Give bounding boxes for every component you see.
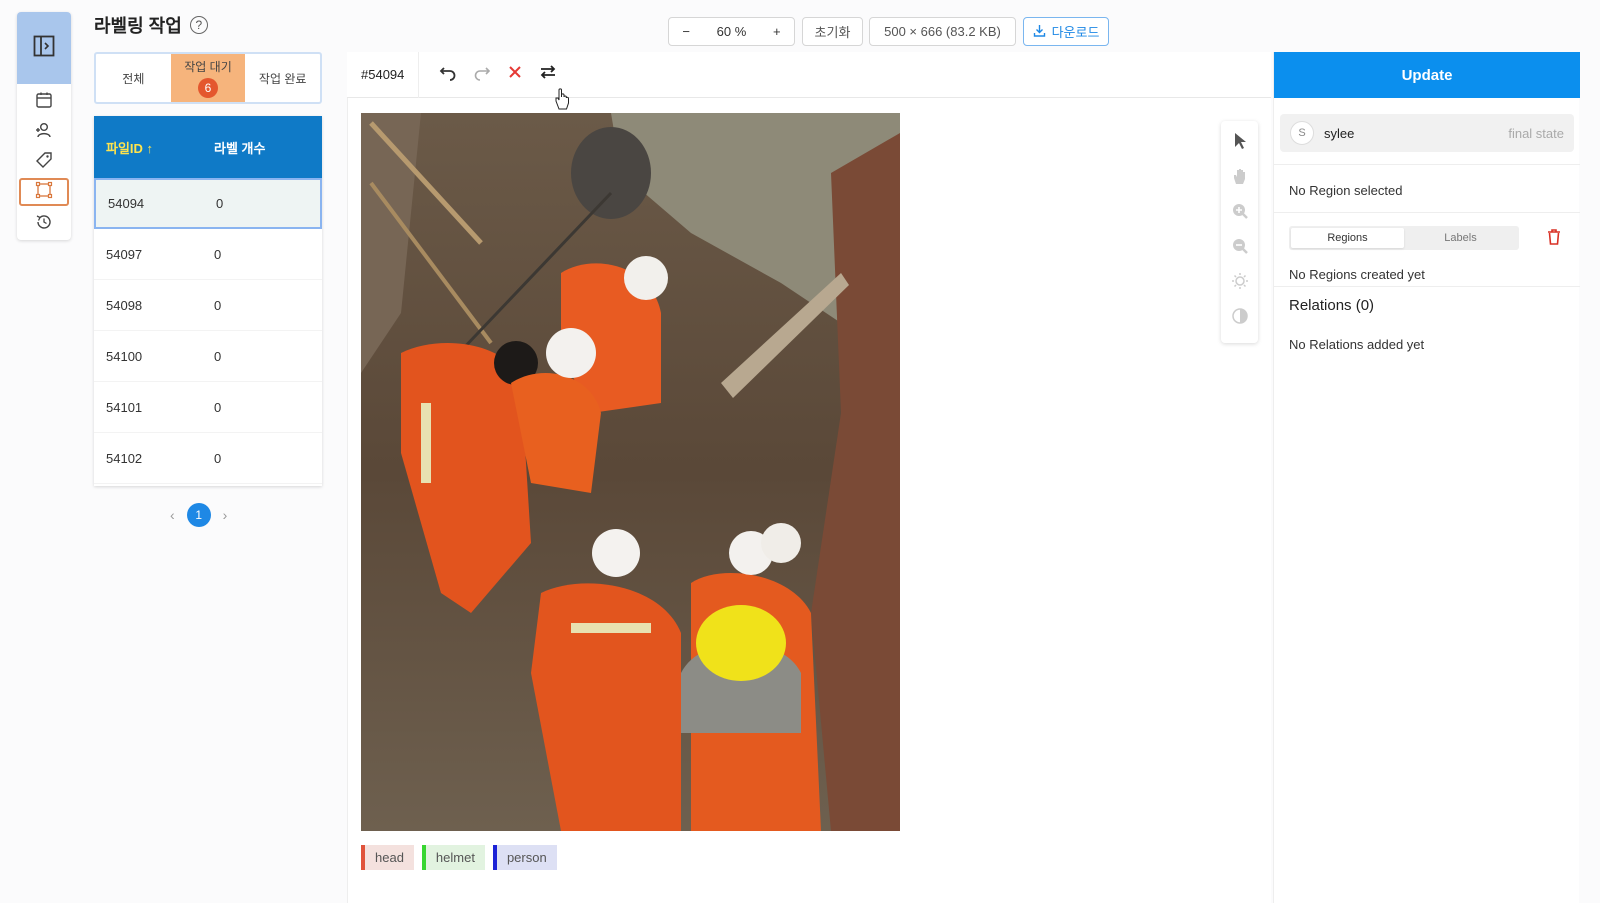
reset-button[interactable]: 초기화 [802, 17, 863, 46]
download-label: 다운로드 [1051, 25, 1100, 40]
rail-tag-button[interactable] [19, 148, 69, 176]
sidebar-toggle-icon [33, 35, 55, 62]
editor-toolbar: #54094 [347, 51, 1271, 98]
row-file-id: 54097 [106, 246, 143, 262]
canvas-tools [1221, 121, 1258, 343]
table-row[interactable]: 54100 0 [94, 331, 322, 382]
prev-page-button[interactable]: ‹ [170, 507, 175, 523]
row-file-id: 54098 [106, 297, 143, 313]
pagination: ‹ 1 › [170, 503, 227, 527]
status-tabs: 전체 작업 대기 6 작업 완료 [94, 52, 322, 104]
label-head[interactable]: head [361, 845, 414, 870]
bounding-box-icon [35, 181, 53, 204]
label-helmet[interactable]: helmet [421, 845, 485, 870]
redo-icon[interactable] [473, 63, 491, 86]
file-table-header: 파일ID ↑ 라벨 개수 [94, 116, 322, 178]
label-legend: head helmet person [361, 845, 557, 870]
sidebar-toggle-button[interactable] [17, 12, 71, 84]
trash-icon[interactable] [1546, 228, 1562, 251]
calendar-icon [35, 91, 53, 114]
swap-icon[interactable] [539, 63, 557, 86]
label-count-header: 라벨 개수 [214, 140, 266, 156]
zoom-out-button[interactable]: − [682, 24, 690, 39]
relations-title: Relations (0) [1289, 297, 1375, 314]
task-id: #54094 [347, 51, 420, 98]
image-size-info: 500 × 666 (83.2 KB) [869, 17, 1016, 46]
labeling-image[interactable] [361, 113, 900, 831]
tab-all[interactable]: 전체 [96, 54, 171, 102]
hand-pointer-cursor-icon [554, 88, 570, 115]
tab-all-label: 전체 [122, 71, 145, 86]
label-person[interactable]: person [492, 845, 557, 870]
divider [1274, 164, 1580, 165]
row-file-id: 54102 [106, 450, 143, 466]
table-row[interactable]: 54098 0 [94, 280, 322, 331]
row-label-count: 0 [214, 348, 222, 364]
row-label-count: 0 [214, 450, 222, 466]
zoom-out-icon[interactable] [1228, 234, 1252, 258]
brightness-icon[interactable] [1228, 269, 1252, 293]
row-label-count: 0 [214, 246, 222, 262]
file-table: 파일ID ↑ 라벨 개수 54094 0 54097 0 54098 0 54100 0… [94, 116, 322, 486]
delete-x-icon[interactable] [507, 64, 523, 85]
row-label-count: 0 [214, 399, 222, 415]
rail-history-button[interactable] [19, 210, 69, 238]
page-title-row: 라벨링 작업 ? [94, 12, 208, 38]
pointer-icon[interactable] [1228, 129, 1252, 153]
no-region-text: No Region selected [1289, 183, 1403, 198]
question-circle-icon[interactable]: ? [189, 16, 208, 34]
zoom-value: 60 % [716, 24, 747, 39]
file-id-header[interactable]: 파일ID ↑ [94, 138, 214, 157]
annotation-user: S sylee final state [1280, 114, 1574, 152]
undo-icon[interactable] [439, 63, 457, 86]
divider [1274, 212, 1580, 213]
table-row[interactable]: 54094 0 [94, 178, 322, 229]
seg-labels[interactable]: Labels [1404, 228, 1517, 248]
row-file-id: 54100 [106, 348, 143, 364]
user-name: sylee [1324, 125, 1355, 141]
page-1-button[interactable]: 1 [186, 503, 211, 527]
table-row[interactable]: 54097 0 [94, 229, 322, 280]
avatar: S [1290, 121, 1314, 145]
tab-done-label: 작업 완료 [258, 71, 307, 86]
right-panel: Update S sylee final state No Region sel… [1273, 52, 1580, 903]
hand-icon[interactable] [1228, 164, 1252, 188]
left-rail [17, 12, 71, 240]
row-file-id: 54094 [108, 196, 145, 211]
tab-done[interactable]: 작업 완료 [245, 54, 320, 102]
tab-pending[interactable]: 작업 대기 6 [170, 54, 246, 102]
download-button[interactable]: 다운로드 [1023, 17, 1109, 46]
page-title: 라벨링 작업 [94, 16, 182, 36]
table-row[interactable]: 54102 0 [94, 433, 322, 484]
row-label-count: 0 [216, 196, 224, 211]
rail-user-button[interactable] [19, 118, 69, 146]
no-regions-text: No Regions created yet [1289, 267, 1425, 282]
divider [1274, 286, 1580, 287]
zoom-in-icon[interactable] [1228, 199, 1252, 223]
zoom-control: − 60 % + [668, 17, 795, 46]
table-row[interactable]: 54101 0 [94, 382, 322, 433]
row-label-count: 0 [214, 297, 222, 313]
user-add-icon [35, 121, 53, 144]
seg-regions[interactable]: Regions [1291, 228, 1404, 248]
no-relations-text: No Relations added yet [1289, 337, 1425, 352]
history-icon [35, 213, 53, 236]
tag-icon [35, 151, 53, 174]
next-page-button[interactable]: › [223, 507, 228, 523]
zoom-in-button[interactable]: + [773, 24, 781, 39]
rail-calendar-button[interactable] [19, 88, 69, 116]
regions-labels-toggle: Regions Labels [1289, 226, 1519, 250]
tab-pending-label: 작업 대기 [184, 60, 232, 74]
pending-count-badge: 6 [198, 78, 218, 98]
download-icon [1033, 24, 1046, 40]
row-file-id: 54101 [106, 399, 143, 415]
update-button[interactable]: Update [1274, 52, 1580, 98]
user-state: final state [1508, 125, 1564, 141]
contrast-icon[interactable] [1228, 304, 1252, 328]
rail-labeling-button[interactable] [19, 178, 69, 206]
